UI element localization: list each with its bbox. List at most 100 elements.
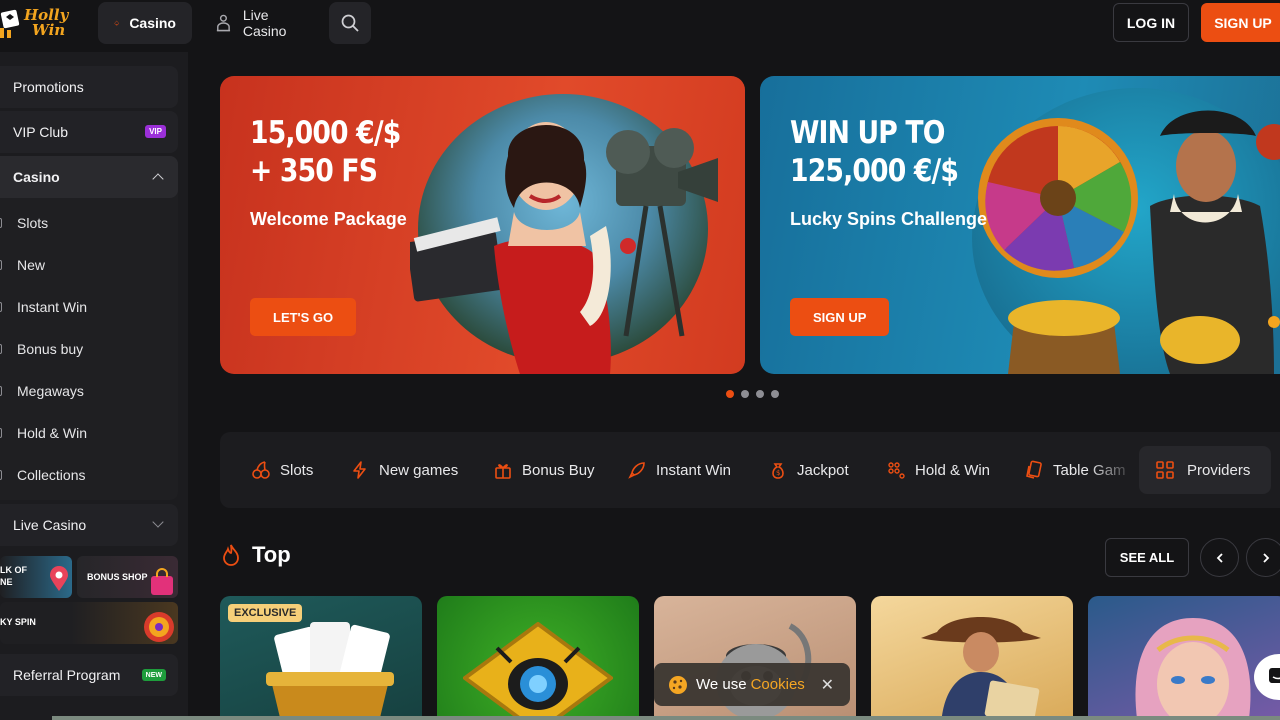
sidebar-item-megaways[interactable]: Megaways <box>0 370 178 412</box>
hold-win-icon <box>0 428 2 438</box>
banner-title: WIN UP TO 125,000 €/$ <box>790 114 959 190</box>
banner-signup-button[interactable]: SIGN UP <box>790 298 890 336</box>
instant-win-icon <box>0 302 2 312</box>
banner-title: 15,000 €/$ + 350 FS <box>250 114 401 190</box>
map-pin-icon <box>50 566 68 591</box>
promo-tile-bonus-shop[interactable]: BONUS SHOP <box>77 556 178 598</box>
see-all-button[interactable]: SEE ALL <box>1105 538 1189 577</box>
category-label: Instant Win <box>656 461 732 479</box>
top-header: Holly Win Casino Live Casino LOG IN SIGN… <box>0 0 1280 46</box>
sidebar-item-label: Casino <box>13 169 60 185</box>
cards-icon <box>1026 460 1042 479</box>
exclusive-badge: EXCLUSIVE <box>228 604 303 622</box>
grid-icon <box>1156 461 1174 479</box>
sidebar-item-collections[interactable]: Collections <box>0 454 178 496</box>
game-card-1[interactable]: EXCLUSIVE <box>220 596 422 720</box>
horizontal-scrollbar[interactable] <box>52 716 1280 720</box>
cookie-link[interactable]: Cookies <box>751 676 805 693</box>
chevron-left-icon <box>1216 552 1223 563</box>
sidebar-item-bonus-buy[interactable]: Bonus buy <box>0 328 178 370</box>
sidebar: Promotions VIP Club VIP Casino Slots New… <box>0 52 188 720</box>
category-label: Hold & Win <box>915 461 991 479</box>
collections-icon <box>0 470 2 480</box>
main-content: 15,000 €/$ + 350 FS Welcome Package LET'… <box>188 52 1280 720</box>
game-card-5[interactable] <box>1088 596 1280 720</box>
promo-tile-label-1: LK OF <box>0 565 27 575</box>
sidebar-item-hold-win[interactable]: Hold & Win <box>0 412 178 454</box>
promo-tile-label-2: NE <box>0 577 13 587</box>
game-thumbnail <box>1135 618 1251 720</box>
category-slots[interactable]: Slots <box>251 432 313 508</box>
carousel-dot-3[interactable] <box>756 390 764 398</box>
banner-title-line-1: WIN UP TO <box>790 115 945 151</box>
sidebar-item-instant-win[interactable]: Instant Win <box>0 286 178 328</box>
category-jackpot[interactable]: $ Jackpot <box>768 432 849 508</box>
sidebar-item-live-casino[interactable]: Live Casino <box>0 504 178 546</box>
category-new-games[interactable]: New games <box>350 432 458 508</box>
carousel-dots <box>726 390 779 398</box>
game-thumbnail <box>921 617 1041 720</box>
category-bar: Slots New games Bonus Buy Instant Win $ … <box>220 432 1280 508</box>
sidebar-item-promotions[interactable]: Promotions <box>0 66 178 108</box>
sidebar-item-slots[interactable]: Slots <box>0 202 178 244</box>
category-label: Bonus Buy <box>522 461 595 479</box>
chat-icon <box>1269 668 1280 683</box>
promo-tile-label: KY SPIN <box>0 617 36 627</box>
sidebar-item-casino[interactable]: Casino <box>0 156 178 198</box>
banner-title-line-2: + 350 FS <box>250 153 378 189</box>
carousel-dot-2[interactable] <box>741 390 749 398</box>
game-thumbnail <box>463 622 613 720</box>
sidebar-item-referral-program[interactable]: Referral Program NEW <box>0 654 178 696</box>
new-icon <box>0 260 2 270</box>
cookie-text: We use <box>696 676 747 693</box>
sidebar-item-new[interactable]: New <box>0 244 178 286</box>
banner-title-line-2: 125,000 €/$ <box>790 153 959 189</box>
carousel-dot-1[interactable] <box>726 390 734 398</box>
search-button[interactable] <box>329 2 371 44</box>
sidebar-item-label: Hold & Win <box>17 425 88 441</box>
close-icon[interactable]: ✕ <box>821 675 834 695</box>
promo-tile-walk-of-fame[interactable]: LK OF NE <box>0 556 72 598</box>
sidebar-item-label: Promotions <box>13 79 84 95</box>
game-thumbnail <box>266 622 394 720</box>
logo-text: Holly Win <box>24 8 68 38</box>
category-instant-win[interactable]: Instant Win <box>627 432 731 508</box>
login-button[interactable]: LOG IN <box>1113 3 1189 42</box>
signup-button[interactable]: SIGN UP <box>1201 3 1280 42</box>
carousel-dot-4[interactable] <box>771 390 779 398</box>
sidebar-item-label: Slots <box>17 215 49 231</box>
search-icon <box>341 14 359 32</box>
sidebar-item-label: Bonus buy <box>17 341 84 357</box>
logo-line-2: Win <box>32 21 66 39</box>
category-bonus-buy[interactable]: Bonus Buy <box>493 432 595 508</box>
tab-live-casino[interactable]: Live Casino <box>198 2 328 44</box>
tab-casino-label: Casino <box>129 15 176 31</box>
providers-button[interactable]: Providers <box>1139 446 1271 494</box>
promo-tile-lucky-spin[interactable]: KY SPIN <box>0 602 178 644</box>
tab-casino[interactable]: Casino <box>98 2 192 44</box>
logo-crown-icon <box>0 9 20 38</box>
rocket-icon <box>628 462 645 479</box>
game-card-2[interactable] <box>437 596 639 720</box>
tab-live-casino-label: Live Casino <box>242 7 287 39</box>
actress-with-camera-illustration <box>410 122 718 374</box>
category-hold-win[interactable]: Hold & Win <box>886 432 990 508</box>
scroll-fade <box>1088 432 1136 508</box>
svg-text:$: $ <box>776 469 780 477</box>
lets-go-button[interactable]: LET'S GO <box>250 298 357 336</box>
sidebar-item-label: Megaways <box>17 383 84 399</box>
banner-welcome-package[interactable]: 15,000 €/$ + 350 FS Welcome Package LET'… <box>220 76 745 374</box>
sidebar-item-vip-club[interactable]: VIP Club VIP <box>0 111 178 153</box>
dealer-icon <box>216 14 231 32</box>
money-bag-icon: $ <box>772 463 784 479</box>
banner-lucky-spins[interactable]: WIN UP TO 125,000 €/$ Lucky Spins Challe… <box>760 76 1280 374</box>
sidebar-casino-group: Casino Slots New Instant Win Bonus buy M… <box>0 156 178 500</box>
holly-win-logo[interactable]: Holly Win <box>0 0 80 46</box>
fire-icon <box>223 544 239 566</box>
cherries-icon <box>252 461 270 479</box>
section-title-top: Top <box>220 542 291 568</box>
vip-badge: VIP <box>145 125 166 138</box>
next-button[interactable] <box>1246 538 1280 577</box>
game-card-4[interactable] <box>871 596 1073 720</box>
prev-button[interactable] <box>1200 538 1239 577</box>
